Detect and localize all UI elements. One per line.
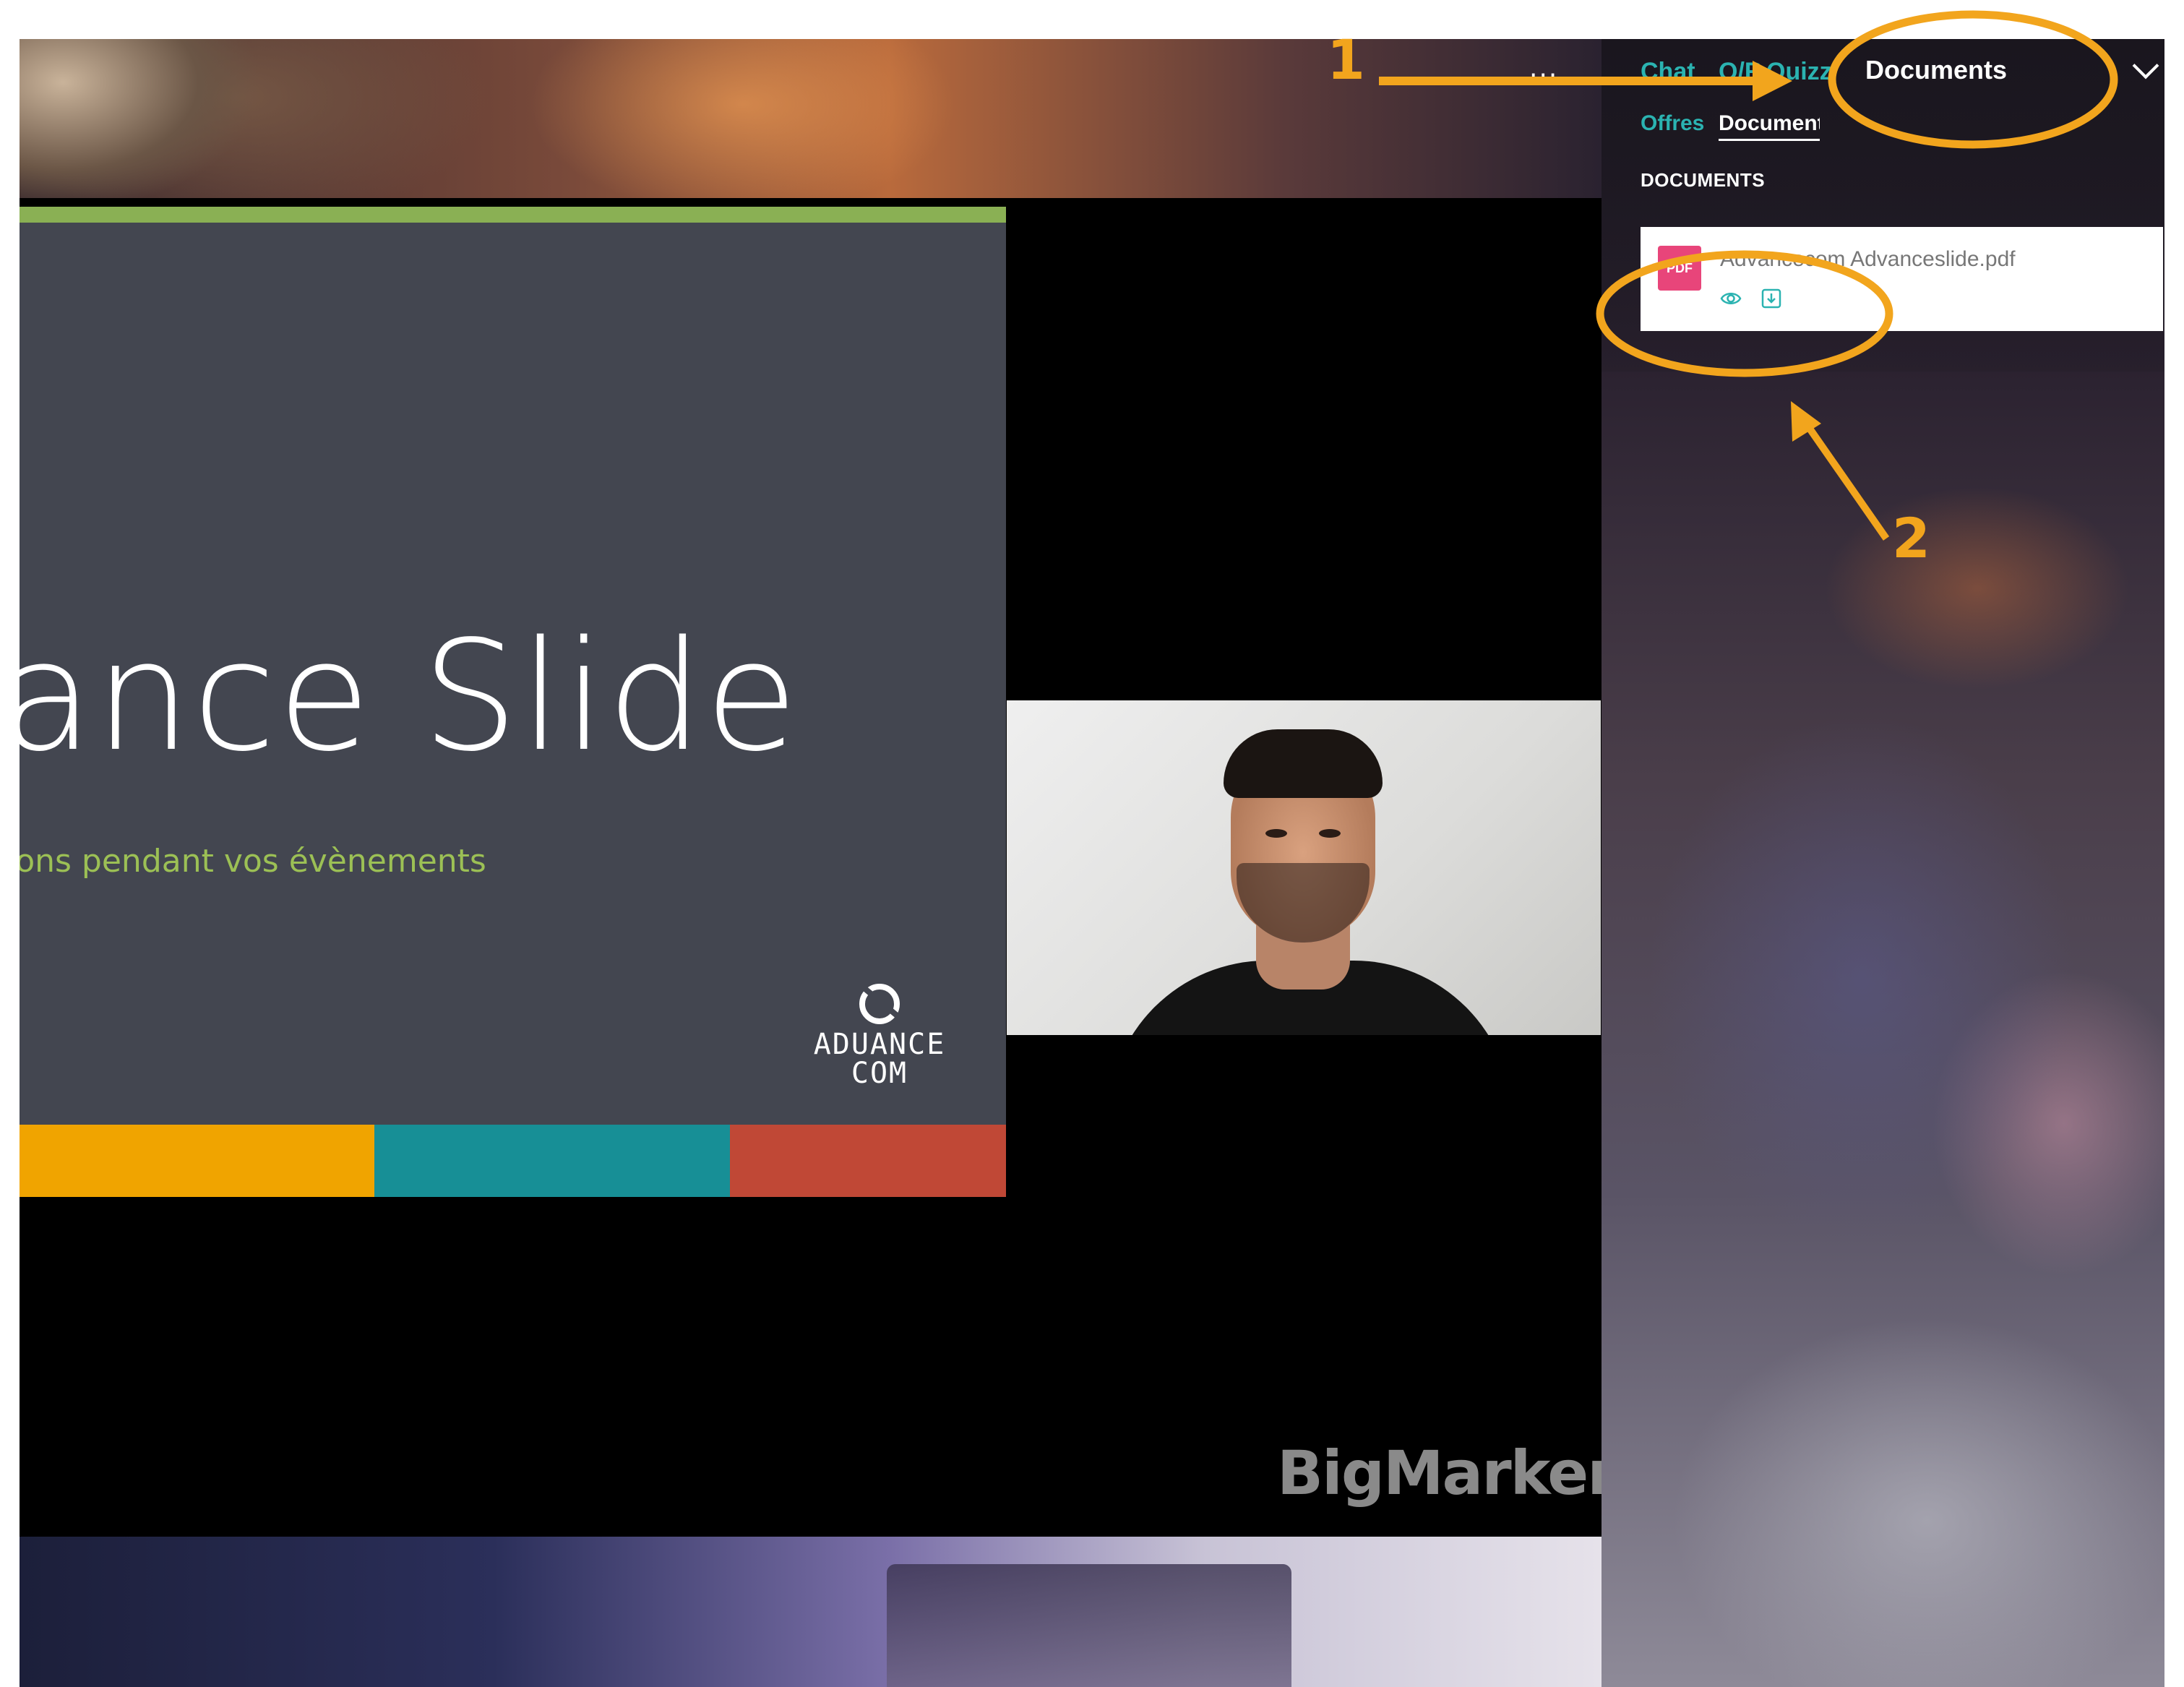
stripe-red [729, 1125, 1006, 1197]
document-item[interactable]: PDF Advancecom Advanceslide.pdf [1641, 227, 2163, 331]
webinar-screen: Advance Slide Vos présentations pendant … [20, 39, 2164, 1687]
logo-line-2: COM [851, 1057, 908, 1090]
tab-chat[interactable]: Chat [1641, 58, 1695, 86]
stripe-yellow [20, 1125, 375, 1197]
stage-background-decor [20, 39, 265, 198]
download-icon[interactable] [1760, 288, 1782, 309]
documents-section-heading: DOCUMENTS [1641, 169, 1766, 191]
annotation-number-2: 2 [1892, 506, 1930, 570]
eye-icon[interactable] [1720, 288, 1742, 309]
presenter-hair [1224, 729, 1383, 798]
presenter-webcam [1007, 700, 1601, 1035]
slide-subtitle: Vos présentations pendant vos évènements [20, 843, 486, 880]
side-panel: Chat Q/R Quizz Documents Offres Document… [1602, 39, 2164, 1687]
subtab-documents[interactable]: Documents [1719, 111, 1820, 141]
stripe-teal [374, 1125, 730, 1197]
tab-qr[interactable]: Q/R [1719, 58, 1762, 86]
document-name[interactable]: Advancecom Advanceslide.pdf [1720, 247, 2016, 272]
logo-mark-icon [859, 984, 900, 1024]
background-laptop [887, 1564, 1291, 1687]
tab-documents[interactable]: Documents [1865, 55, 2007, 85]
slide-top-bar [20, 207, 1006, 223]
subtab-offres[interactable]: Offres [1641, 111, 1704, 136]
bigmarker-watermark: BigMarker [1277, 1438, 1617, 1508]
slide-title: Advance Slide [20, 608, 800, 785]
slide-color-stripes [20, 1125, 1006, 1197]
stage-bottom-background [20, 1537, 1602, 1687]
logo-line-1: ADUANCE [813, 1028, 946, 1061]
more-options-button[interactable]: ... [1529, 53, 1558, 83]
advancecom-logo: ADUANCE COM [786, 984, 973, 1099]
presenter-eye [1319, 829, 1341, 838]
pdf-file-icon: PDF [1658, 246, 1701, 291]
tab-quizz[interactable]: Quizz [1766, 58, 1832, 86]
presenter-eye [1265, 829, 1287, 838]
annotation-number-1: 1 [1327, 27, 1365, 92]
presentation-slide: Advance Slide Vos présentations pendant … [20, 207, 1006, 1197]
